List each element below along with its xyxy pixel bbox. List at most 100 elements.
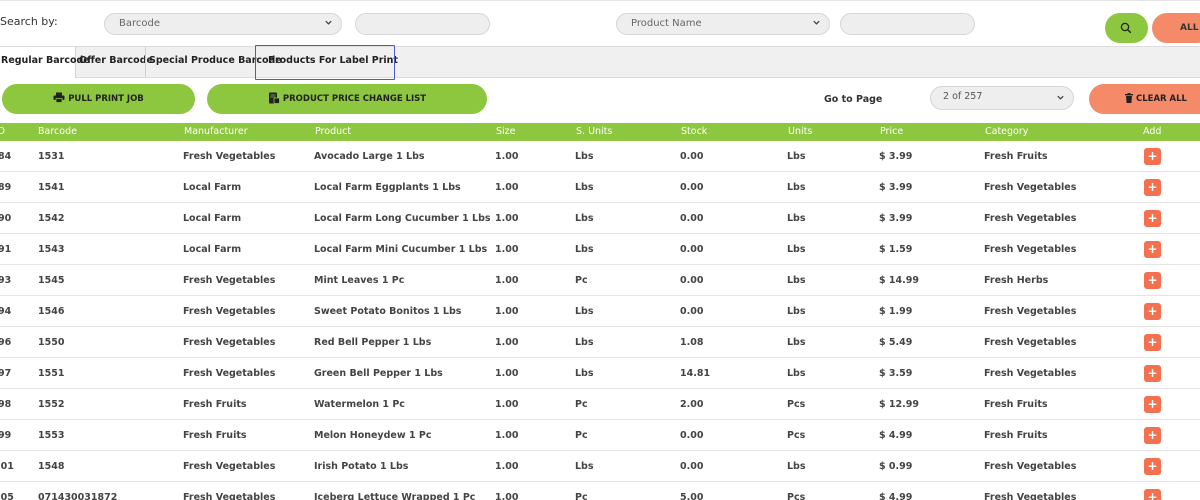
cell-category: Fresh Vegetables [984,492,1077,500]
product-price-change-list-label: PRODUCT PRICE CHANGE LIST [282,94,427,104]
cell-size: 1.00 [495,399,519,410]
cell-barcode: 1551 [38,368,65,379]
cell-barcode: 071430031872 [38,492,118,500]
cell-barcode: 1545 [38,275,65,286]
cell-price: $ 4.99 [879,430,913,441]
add-row-button[interactable]: + [1144,427,1161,444]
tab-regular-barcode[interactable]: Regular Barcode [1,55,90,66]
cell-category: Fresh Vegetables [984,182,1077,193]
search-icon [1120,22,1132,34]
product-name-select[interactable]: Product Name [616,13,830,35]
cell-category: Fresh Vegetables [984,213,1077,224]
cell-size: 1.00 [495,337,519,348]
cell-barcode: 1553 [38,430,65,441]
product-name-select-value: Product Name [631,18,702,29]
cell-stock: 0.00 [680,275,704,286]
add-row-button[interactable]: + [1144,334,1161,351]
search-field-select[interactable]: Barcode [104,13,342,35]
product-name-input[interactable] [840,13,975,35]
cell-stock: 0.00 [680,213,704,224]
add-row-button[interactable]: + [1144,489,1161,500]
cell-units: Lbs [787,461,806,472]
cell-units: Lbs [787,275,806,286]
cell-category: Fresh Vegetables [984,368,1077,379]
cell-category: Fresh Vegetables [984,244,1077,255]
cell-units: Lbs [787,306,806,317]
cell-manufacturer: Fresh Vegetables [183,492,276,500]
cell-size: 1.00 [495,182,519,193]
search-button[interactable] [1105,13,1148,43]
cell-manufacturer: Fresh Fruits [183,430,247,441]
table-row: 90 1542 Local Farm Local Farm Long Cucumber… [0,203,1200,234]
clear-all-label: CLEAR ALL [1136,94,1187,104]
add-row-button[interactable]: + [1144,148,1161,165]
cell-barcode: 1543 [38,244,65,255]
pull-print-job-label: PULL PRINT JOB [68,94,144,104]
cell-size: 1.00 [495,244,519,255]
cell-s-units: Lbs [575,213,594,224]
column-header-category: Category [985,126,1029,137]
cell-id: 94 [0,306,12,317]
table-row: 89 1541 Local Farm Local Farm Eggplants 1 L… [0,172,1200,203]
cell-id: 97 [0,368,12,379]
cell-product: Irish Potato 1 Lbs [314,461,409,472]
cell-stock: 0.00 [680,430,704,441]
cell-id: 99 [0,430,12,441]
cell-units: Lbs [787,244,806,255]
cell-s-units: Pc [575,492,588,500]
add-row-button[interactable]: + [1144,179,1161,196]
tab-offer-barcode[interactable]: Offer Barcode [79,55,153,66]
cell-manufacturer: Local Farm [183,244,242,255]
price-list-icon [268,92,280,104]
cell-manufacturer: Fresh Vegetables [183,337,276,348]
cell-product: Avocado Large 1 Lbs [314,151,425,162]
search-bar: Search by: Barcode Product Name ALL [0,0,1200,46]
cell-manufacturer: Fresh Vegetables [183,151,276,162]
table-row: 101 1548 Fresh Vegetables Irish Potato 1 Lb… [0,451,1200,482]
cell-price: $ 3.59 [879,368,913,379]
cell-category: Fresh Herbs [984,275,1049,286]
cell-stock: 1.08 [680,337,704,348]
page-select-value: 2 of 257 [943,91,983,102]
trash-icon [1125,92,1133,103]
cell-id: 90 [0,213,12,224]
column-header-id: ID [0,126,6,137]
add-row-button[interactable]: + [1144,365,1161,382]
tab-divider [145,47,146,78]
cell-units: Pcs [787,399,806,410]
page-select[interactable]: 2 of 257 [930,86,1074,110]
cell-units: Pcs [787,492,806,500]
search-field-input[interactable] [355,13,490,35]
cell-barcode: 1548 [38,461,65,472]
add-row-button[interactable]: + [1144,210,1161,227]
cell-id: 105 [0,492,14,500]
cell-price: $ 3.99 [879,182,913,193]
clear-all-button[interactable]: CLEAR ALL [1089,84,1200,114]
all-button[interactable]: ALL [1152,13,1200,43]
cell-size: 1.00 [495,306,519,317]
cell-price: $ 0.99 [879,461,913,472]
add-row-button[interactable]: + [1144,272,1161,289]
add-row-button[interactable]: + [1144,303,1161,320]
pull-print-job-button[interactable]: PULL PRINT JOB [2,84,195,114]
cell-product: Local Farm Mini Cucumber 1 Lbs [314,244,488,255]
search-label: Search by: [0,15,58,28]
product-price-change-list-button[interactable]: PRODUCT PRICE CHANGE LIST [207,84,487,114]
add-row-button[interactable]: + [1144,241,1161,258]
cell-size: 1.00 [495,492,519,500]
products-table: ID Barcode Manufacturer Product Size S. … [0,123,1200,500]
cell-id: 93 [0,275,12,286]
cell-stock: 5.00 [680,492,704,500]
cell-size: 1.00 [495,275,519,286]
column-header-price: Price [880,126,904,137]
cell-manufacturer: Fresh Vegetables [183,275,276,286]
cell-size: 1.00 [495,430,519,441]
table-row: 84 1531 Fresh Vegetables Avocado Large 1 Lb… [0,141,1200,172]
cell-units: Lbs [787,213,806,224]
cell-stock: 0.00 [680,182,704,193]
add-row-button[interactable]: + [1144,396,1161,413]
column-header-add: Add [1143,126,1162,137]
cell-barcode: 1552 [38,399,65,410]
add-row-button[interactable]: + [1144,458,1161,475]
cell-product: Sweet Potato Bonitos 1 Lbs [314,306,462,317]
